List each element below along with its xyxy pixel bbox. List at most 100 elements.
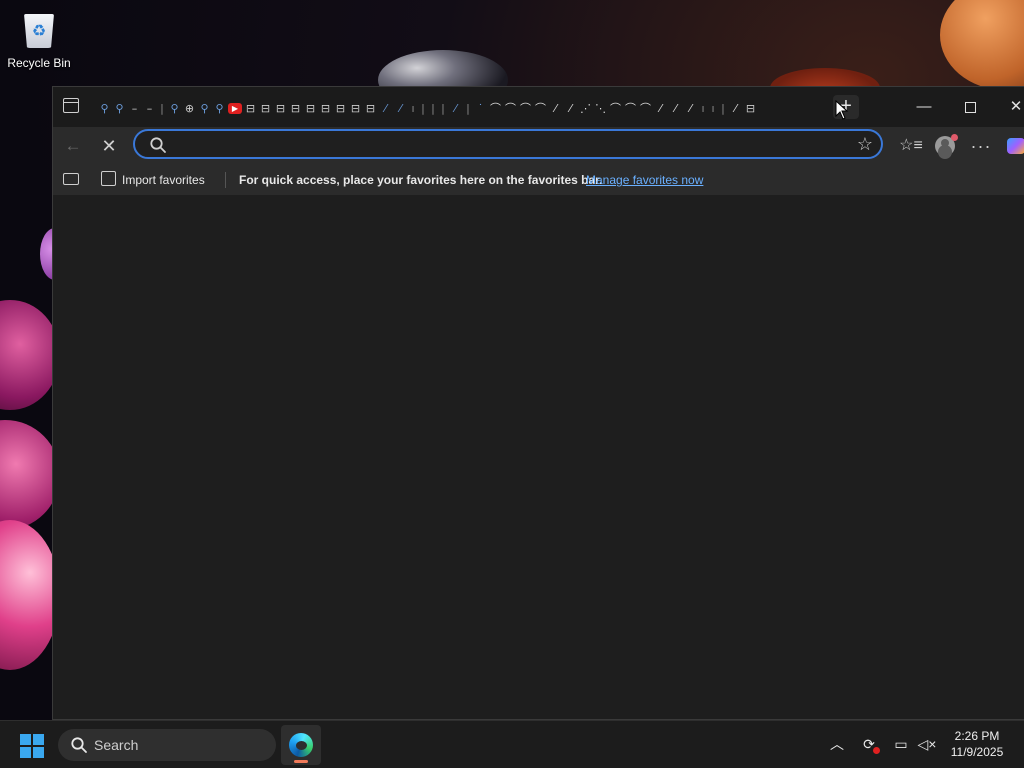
- taskbar-search-label: Search: [94, 737, 139, 753]
- copilot-button[interactable]: [1001, 132, 1024, 160]
- tab-loading-icon[interactable]: ⌒: [533, 101, 548, 116]
- favorites-bar-menu-icon[interactable]: [63, 173, 79, 185]
- tab-loading-icon[interactable]: ⁄: [448, 101, 463, 116]
- wallpaper-orange-sphere: [940, 0, 1024, 90]
- taskbar: Search ︿ ⟳ ▭ ◁× 2:26 PM 11/9/2025: [0, 720, 1024, 768]
- system-clock[interactable]: 2:26 PM 11/9/2025: [944, 728, 1010, 760]
- tab-generic-icon[interactable]: –: [142, 101, 157, 116]
- taskbar-search-box[interactable]: Search: [58, 729, 276, 761]
- tab-strip: ⚲ ⚲ – – | ⚲ ⊕ ⚲ ⚲ ▶ ⊟ ⊟ ⊟ ⊟ ⊟ ⊟ ⊟ ⊟ ⊟ ⁄ …: [97, 98, 827, 118]
- favorites-bar: Import favorites For quick access, place…: [53, 165, 1024, 195]
- favorites-button[interactable]: ☆≡: [897, 132, 925, 160]
- tab-search-icon[interactable]: ⚲: [97, 101, 112, 116]
- maximize-icon: [964, 101, 976, 113]
- start-button[interactable]: [20, 734, 44, 758]
- tab-actions-icon: [63, 98, 79, 113]
- tab-divider: ı: [411, 101, 415, 115]
- copilot-icon: [1007, 138, 1024, 154]
- favorites-list-icon: ☆≡: [899, 137, 923, 154]
- tab-page-icon[interactable]: ⊟: [303, 101, 318, 116]
- tab-search-icon[interactable]: ⚲: [212, 101, 227, 116]
- tab-loading-icon[interactable]: ⌒: [638, 101, 653, 116]
- tab-loading-icon[interactable]: ⁄: [653, 101, 668, 116]
- tab-loading-icon[interactable]: ⁄: [548, 101, 563, 116]
- address-input[interactable]: [175, 134, 839, 156]
- back-arrow-icon: ←: [64, 136, 82, 155]
- tab-divider: |: [721, 101, 725, 115]
- taskbar-edge-button[interactable]: [281, 725, 321, 765]
- tab-divider: |: [431, 101, 435, 115]
- tab-loading-icon[interactable]: ⁄: [728, 101, 743, 116]
- wallpaper-pink-shape: [0, 300, 60, 410]
- tab-actions-menu-button[interactable]: [63, 98, 81, 114]
- address-bar[interactable]: ☆: [133, 129, 883, 159]
- show-hidden-icons-button[interactable]: ︿: [826, 733, 848, 755]
- desktop-icon-label: Recycle Bin: [7, 56, 71, 70]
- windows-logo-icon: [20, 734, 31, 745]
- tab-loading-icon[interactable]: ⁄: [563, 101, 578, 116]
- page-content-area[interactable]: [53, 195, 1024, 719]
- sync-status-button[interactable]: ⟳: [858, 733, 880, 755]
- tab-page-icon[interactable]: ⊟: [258, 101, 273, 116]
- tab-page-icon[interactable]: ⊟: [333, 101, 348, 116]
- tab-loading-icon[interactable]: ⋱: [593, 101, 608, 116]
- favorites-bar-message: For quick access, place your favorites h…: [239, 173, 603, 187]
- desktop-icon-recycle-bin[interactable]: ♻ Recycle Bin: [4, 8, 74, 70]
- tab-page-icon[interactable]: ⊟: [243, 101, 258, 116]
- tab-divider: |: [160, 101, 164, 115]
- tab-divider: ı: [701, 101, 705, 115]
- close-button[interactable]: ✕: [993, 95, 1024, 119]
- tab-page-icon[interactable]: ⊟: [348, 101, 363, 116]
- favorite-star-icon[interactable]: ☆: [857, 133, 873, 155]
- tab-search-icon[interactable]: ⚲: [197, 101, 212, 116]
- tab-loading-icon[interactable]: ⌒: [608, 101, 623, 116]
- tab-loading-icon[interactable]: ⁄: [378, 101, 393, 116]
- network-icon: ▭: [894, 736, 908, 752]
- tab-page-icon[interactable]: ⊟: [318, 101, 333, 116]
- profile-button[interactable]: [931, 132, 959, 160]
- import-favorites-label: Import favorites: [122, 173, 205, 187]
- tab-loading-icon[interactable]: ⁄: [683, 101, 698, 116]
- tab-search-icon[interactable]: ⚲: [112, 101, 127, 116]
- wallpaper-pink-shape: [0, 520, 60, 670]
- tab-loading-icon[interactable]: ⌒: [518, 101, 533, 116]
- stop-loading-button[interactable]: ✕: [95, 132, 123, 160]
- tab-divider: ı: [711, 101, 715, 115]
- navigation-toolbar: ← ✕ ☆ ☆≡ ···: [53, 127, 1024, 165]
- tab-page-icon[interactable]: ⊟: [288, 101, 303, 116]
- tab-loading-icon[interactable]: ⁄: [668, 101, 683, 116]
- tab-generic-icon[interactable]: –: [127, 101, 142, 116]
- tab-loading-icon[interactable]: ⌒: [488, 101, 503, 116]
- import-favorites-button[interactable]: Import favorites: [101, 171, 205, 189]
- tab-loading-icon[interactable]: ⁄: [393, 101, 408, 116]
- notification-dot: [951, 134, 958, 141]
- network-button[interactable]: ▭: [890, 733, 912, 755]
- manage-favorites-link[interactable]: Manage favorites now: [586, 171, 703, 189]
- wallpaper-pink-shape: [0, 420, 60, 530]
- edge-icon: [289, 733, 313, 757]
- tab-page-icon[interactable]: ⊟: [273, 101, 288, 116]
- tab-loading-icon[interactable]: ⌒: [503, 101, 518, 116]
- back-button[interactable]: ←: [59, 132, 87, 160]
- browser-window: ⚲ ⚲ – – | ⚲ ⊕ ⚲ ⚲ ▶ ⊟ ⊟ ⊟ ⊟ ⊟ ⊟ ⊟ ⊟ ⊟ ⁄ …: [52, 86, 1024, 720]
- search-icon: [150, 137, 166, 153]
- tab-page-icon[interactable]: ⊟: [743, 101, 758, 116]
- tab-globe-icon[interactable]: ⊕: [182, 101, 197, 116]
- tab-loading-icon[interactable]: ⋰: [578, 101, 593, 116]
- tab-divider: |: [466, 101, 470, 115]
- tab-page-icon[interactable]: ⊟: [363, 101, 378, 116]
- settings-more-button[interactable]: ···: [967, 132, 995, 160]
- more-icon: ···: [970, 136, 992, 156]
- tab-loading-icon[interactable]: ˙: [473, 101, 488, 116]
- minimize-button[interactable]: —: [901, 95, 947, 119]
- volume-button[interactable]: ◁×: [916, 733, 938, 755]
- tab-search-icon[interactable]: ⚲: [167, 101, 182, 116]
- stop-icon: ✕: [101, 136, 117, 156]
- tab-loading-icon[interactable]: ⌒: [623, 101, 638, 116]
- recycle-bin-icon: ♻: [21, 8, 57, 50]
- chevron-up-icon: ︿: [830, 736, 844, 752]
- tab-youtube-icon[interactable]: ▶: [228, 102, 242, 114]
- maximize-button[interactable]: [947, 95, 993, 119]
- volume-muted-icon: ◁×: [917, 736, 937, 752]
- clock-date: 11/9/2025: [950, 745, 1004, 759]
